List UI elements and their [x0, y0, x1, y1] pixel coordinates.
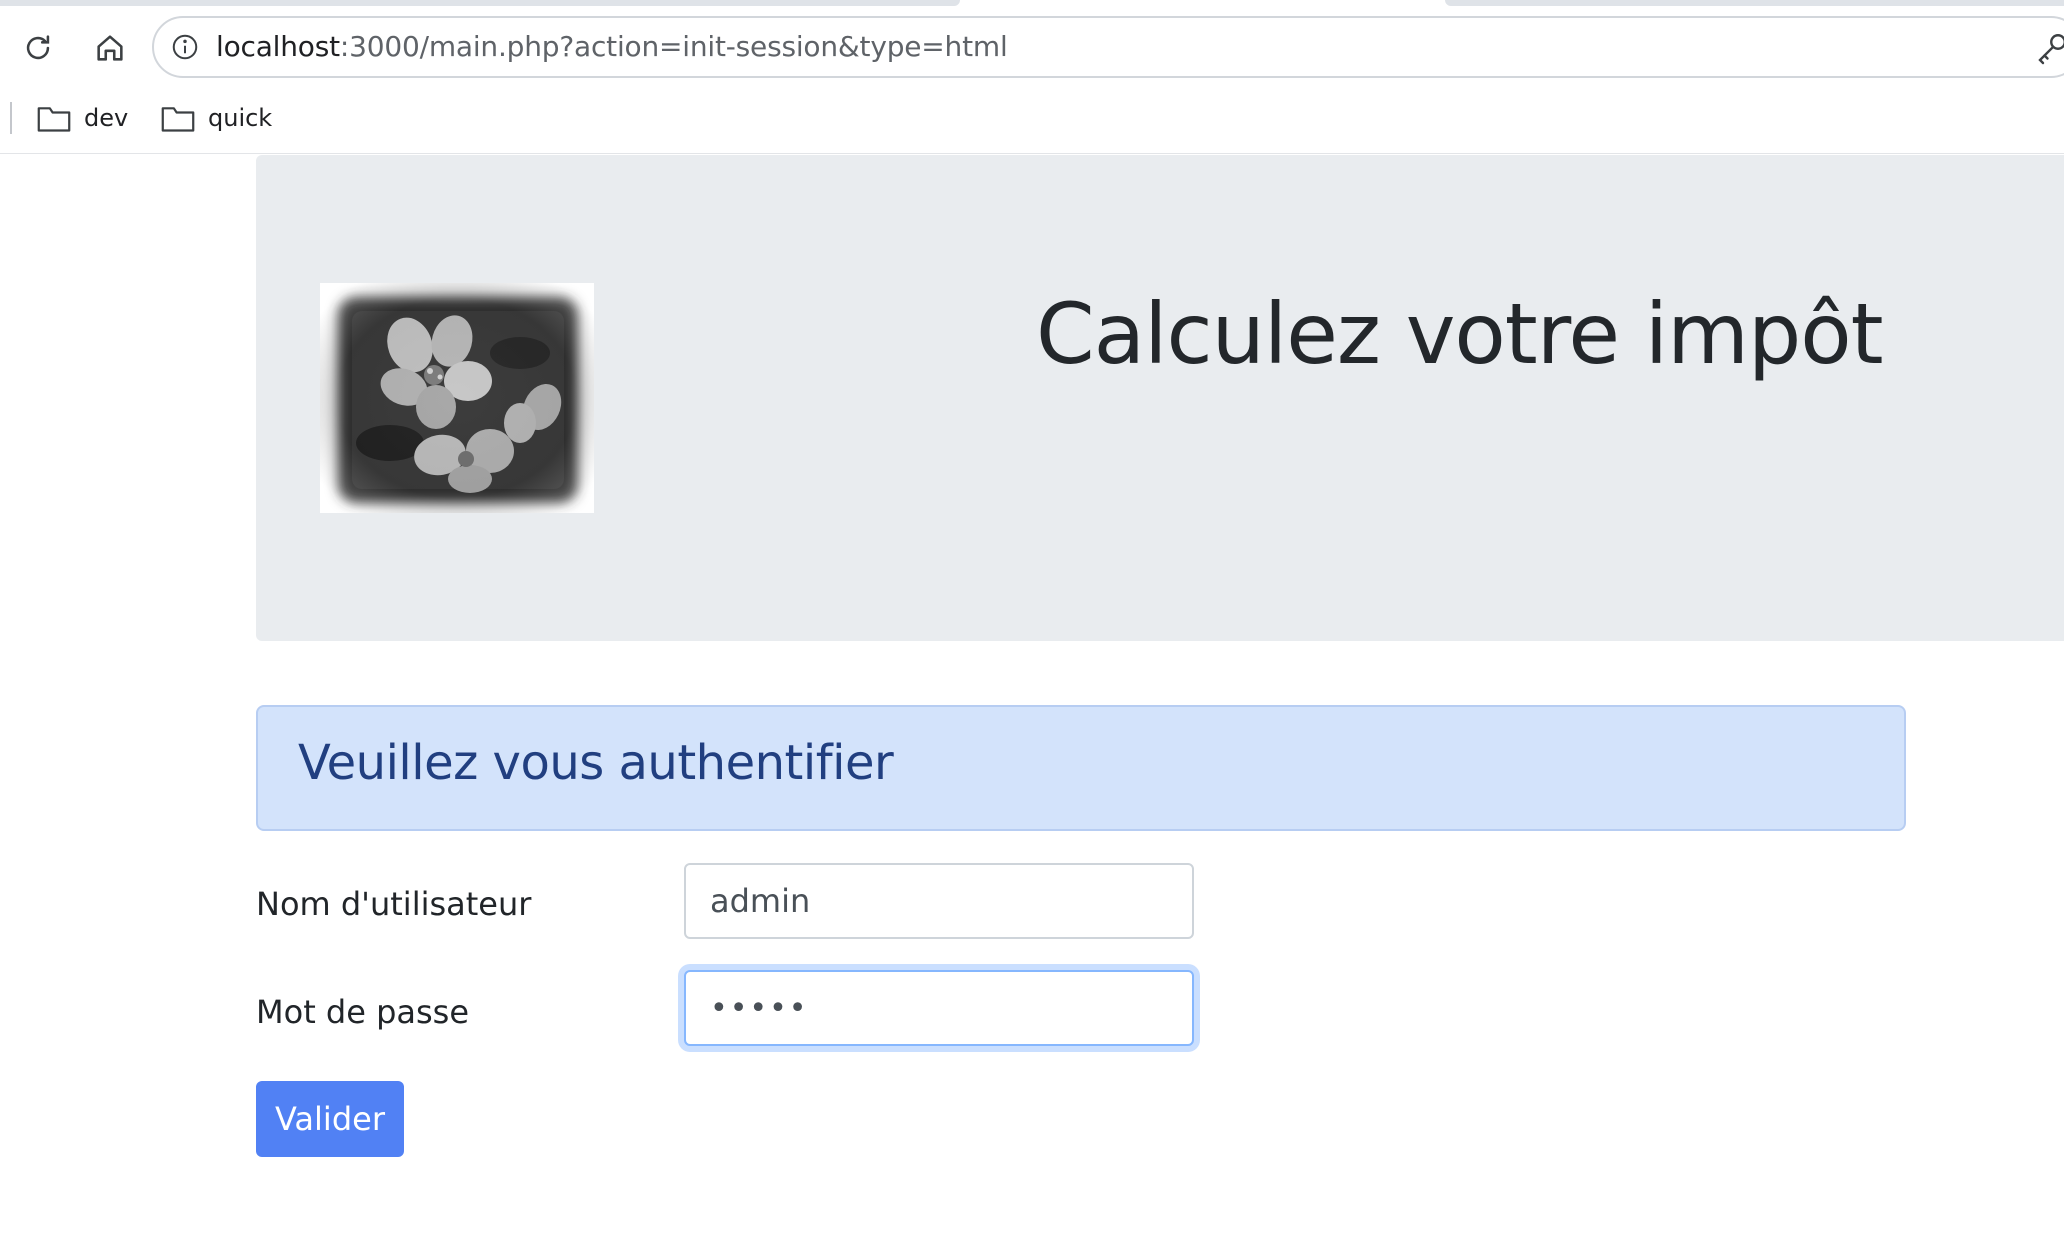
username-label: Nom d'utilisateur [256, 885, 532, 923]
bookmarks-bar: dev quick [0, 88, 2064, 154]
url-host: localhost [216, 30, 340, 63]
bookmark-label: quick [208, 104, 273, 132]
address-bar[interactable]: localhost:3000/main.php?action=init-sess… [152, 16, 2064, 78]
home-button[interactable] [88, 26, 132, 70]
browser-toolbar: localhost:3000/main.php?action=init-sess… [0, 6, 2064, 88]
bookmark-quick[interactable]: quick [160, 98, 272, 138]
username-input[interactable] [684, 863, 1194, 939]
password-label: Mot de passe [256, 993, 470, 1031]
auth-alert: Veuillez vous authentifier [256, 705, 1906, 831]
home-icon [97, 35, 123, 61]
bookmarks-divider [10, 102, 12, 134]
header-jumbotron: Calculez votre impôt [256, 155, 2064, 641]
folder-icon [37, 107, 71, 132]
bookmark-dev[interactable]: dev [36, 98, 128, 138]
page-viewport: Calculez votre impôt Veuillez vous authe… [0, 155, 2064, 1247]
reload-icon [26, 35, 50, 60]
page-title: Calculez votre impôt [1036, 285, 1884, 383]
url-text[interactable]: localhost:3000/main.php?action=init-sess… [216, 32, 1008, 62]
folder-icon [161, 107, 195, 132]
password-input[interactable] [684, 970, 1194, 1046]
flower-photo [320, 283, 594, 513]
url-path: :3000/main.php?action=init-session&type=… [339, 30, 1008, 63]
reload-button[interactable] [16, 26, 60, 70]
logo-image [320, 283, 594, 513]
submit-button[interactable]: Valider [256, 1081, 404, 1157]
bookmark-label: dev [84, 104, 129, 132]
info-icon[interactable] [170, 32, 200, 62]
alert-message: Veuillez vous authentifier [298, 735, 894, 791]
key-icon[interactable] [2034, 30, 2064, 66]
